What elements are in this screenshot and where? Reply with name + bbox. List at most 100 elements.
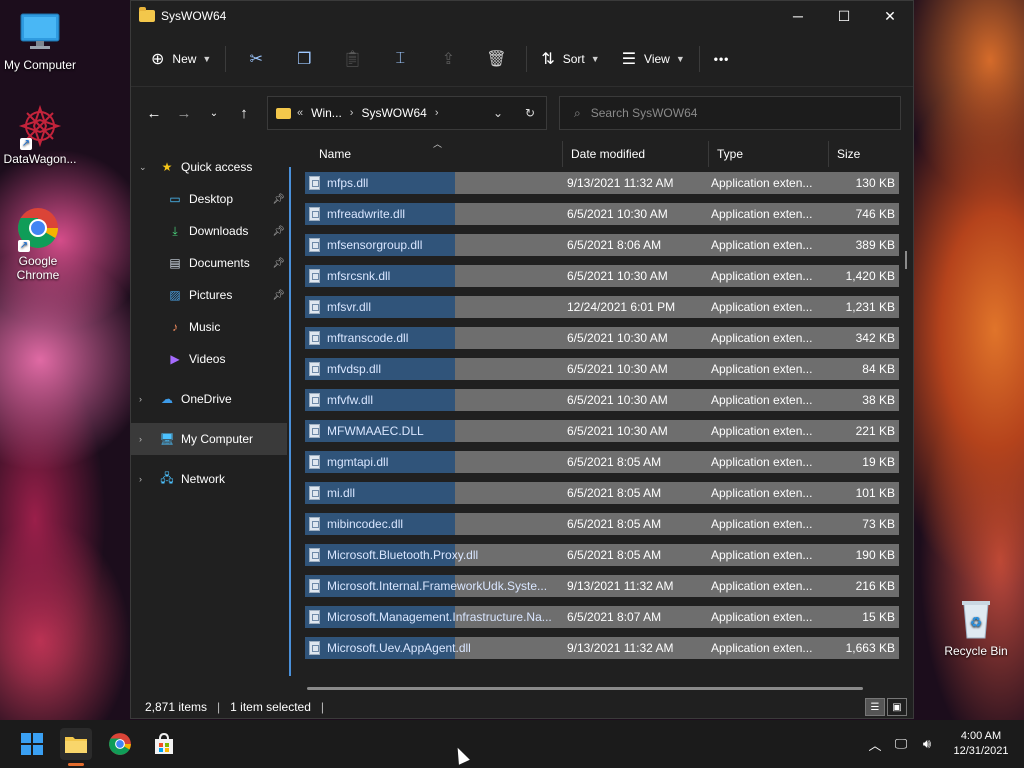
network-status-button[interactable]: 🖵︎	[888, 736, 914, 752]
file-size: 15 KB	[862, 610, 895, 624]
sidebar-item-label: Desktop	[189, 192, 234, 206]
chevron-right-icon[interactable]: ›	[435, 107, 439, 119]
navigation-pane: ⌄ ★ Quick access ▭ Desktop 📌︎ ⤓ Download…	[131, 141, 289, 696]
recent-locations-button[interactable]: ⌄	[199, 98, 229, 128]
chevron-right-icon[interactable]: ›	[139, 394, 142, 404]
sidebar-item-my-computer[interactable]: › 🖥︎ My Computer	[131, 423, 287, 455]
recycle-bin-icon: ♻	[954, 596, 998, 640]
table-row[interactable]: Microsoft.Bluetooth.Proxy.dll 6/5/2021 8:…	[289, 544, 899, 566]
file-list: ︿ Name Date modified Type Size mfps.dll 9…	[289, 141, 913, 696]
sidebar-item-desktop[interactable]: ▭ Desktop 📌︎	[131, 183, 289, 215]
taskbar-file-explorer[interactable]	[60, 728, 92, 766]
chevron-right-icon[interactable]: ›	[139, 434, 142, 444]
sidebar-item-label: Videos	[189, 352, 226, 366]
maximize-button[interactable]: ☐	[821, 1, 867, 31]
chevron-down-icon[interactable]: ⌄	[139, 162, 147, 173]
chevron-right-icon[interactable]: ›	[139, 474, 142, 484]
title-bar[interactable]: SysWOW64 ─ ☐ ✕	[131, 1, 913, 31]
address-history-button[interactable]: ⌄	[482, 106, 514, 120]
sidebar-item-downloads[interactable]: ⤓ Downloads 📌︎	[131, 215, 289, 247]
table-row[interactable]: mibincodec.dll 6/5/2021 8:05 AM Applicatio…	[289, 513, 899, 535]
minimize-button[interactable]: ─	[775, 1, 821, 31]
desktop-icon-my-computer[interactable]: My Computer	[0, 10, 80, 72]
desktop-icon-google-chrome[interactable]: ↗ Google Chrome	[0, 206, 78, 282]
sidebar-item-pictures[interactable]: ▨ Pictures 📌︎	[131, 279, 289, 311]
more-options-button[interactable]: •••	[706, 43, 738, 75]
back-button[interactable]: ←	[139, 98, 169, 128]
view-button[interactable]: ☰ View ▼	[614, 43, 693, 75]
store-icon	[155, 732, 173, 754]
breadcrumb-syswow64[interactable]: SysWOW64	[361, 106, 426, 120]
chevron-right-icon[interactable]: ›	[350, 107, 354, 119]
clock[interactable]: 4:00 AM 12/31/2021	[946, 729, 1016, 759]
forward-button[interactable]: →	[169, 98, 199, 128]
table-row[interactable]: mi.dll 6/5/2021 8:05 AM Application exten.…	[289, 482, 899, 504]
new-button[interactable]: ⊕ New ▼	[143, 43, 219, 75]
sidebar-item-quick-access[interactable]: ⌄ ★ Quick access	[131, 151, 289, 183]
table-row[interactable]: Microsoft.Management.Infrastructure.Na..…	[289, 606, 899, 628]
paste-button[interactable]: 📋︎	[328, 43, 376, 75]
show-hidden-icons-button[interactable]: ︿	[862, 735, 888, 754]
dll-file-icon	[309, 300, 320, 314]
breadcrumb-windows[interactable]: Win...	[311, 106, 342, 120]
large-icons-view-button[interactable]: ▣	[887, 698, 907, 716]
rename-button[interactable]: ⌶	[376, 43, 424, 75]
horizontal-scrollbar[interactable]	[307, 687, 863, 690]
search-input[interactable]: ⌕ Search SysWOW64	[559, 96, 901, 130]
table-row[interactable]: mgmtapi.dll 6/5/2021 8:05 AM Application e…	[289, 451, 899, 473]
table-row[interactable]: Microsoft.Uev.AppAgent.dll 9/13/2021 11:3…	[289, 637, 899, 659]
volume-button[interactable]: 🔊︎	[914, 736, 940, 752]
table-row[interactable]: mftranscode.dll 6/5/2021 10:30 AM Applicat…	[289, 327, 899, 349]
sidebar-item-network[interactable]: › 🖧︎ Network	[131, 463, 289, 495]
vertical-scrollbar[interactable]	[905, 251, 907, 269]
share-button[interactable]: ⇪	[424, 43, 472, 75]
desktop-icon-datawagon[interactable]: ↗ DataWagon...	[0, 104, 80, 166]
table-row[interactable]: MFWMAAEC.DLL 6/5/2021 10:30 AM Application…	[289, 420, 899, 442]
taskbar-microsoft-store[interactable]	[148, 728, 180, 760]
column-header-row: ︿ Name Date modified Type Size	[289, 141, 913, 167]
table-row[interactable]: mfps.dll 9/13/2021 11:32 AM Application ex…	[289, 172, 899, 194]
pin-icon[interactable]: 📌︎	[272, 290, 285, 301]
pin-icon[interactable]: 📌︎	[272, 226, 285, 237]
dll-file-icon	[309, 641, 320, 655]
desktop-icon-label: Recycle Bin	[944, 644, 1008, 658]
sidebar-item-videos[interactable]: ▶ Videos	[131, 343, 289, 375]
table-row[interactable]: mfvfw.dll 6/5/2021 10:30 AM Application ex…	[289, 389, 899, 411]
refresh-button[interactable]: ↻	[514, 106, 546, 120]
new-label: New	[172, 51, 197, 66]
sort-arrows-icon: ⇅	[541, 50, 555, 68]
sort-button[interactable]: ⇅ Sort ▼	[533, 43, 607, 75]
file-name: Microsoft.Internal.FrameworkUdk.Syste...	[327, 579, 548, 593]
column-header-size[interactable]: Size	[829, 141, 899, 167]
details-view-button[interactable]: ☰	[865, 698, 885, 716]
address-bar[interactable]: « Win... › SysWOW64 › ⌄ ↻	[267, 96, 547, 130]
pin-icon[interactable]: 📌︎	[272, 194, 285, 205]
table-row[interactable]: mfreadwrite.dll 6/5/2021 10:30 AM Applicat…	[289, 203, 899, 225]
start-button[interactable]	[16, 728, 48, 760]
cut-button[interactable]: ✂	[232, 43, 280, 75]
delete-button[interactable]: 🗑︎	[472, 43, 520, 75]
pin-icon[interactable]: 📌︎	[272, 258, 285, 269]
table-row[interactable]: mfsensorgroup.dll 6/5/2021 8:06 AM Applica…	[289, 234, 899, 256]
sidebar-item-music[interactable]: ♪ Music	[131, 311, 289, 343]
desktop-icon-recycle-bin[interactable]: ♻ Recycle Bin	[936, 596, 1016, 658]
up-button[interactable]: ↑	[229, 98, 259, 128]
table-row[interactable]: mfvdsp.dll 6/5/2021 10:30 AM Application e…	[289, 358, 899, 380]
file-name: mibincodec.dll	[327, 517, 404, 531]
file-type: Application exten...	[711, 331, 813, 345]
column-header-type[interactable]: Type	[709, 141, 829, 167]
table-row[interactable]: mfsrcsnk.dll 6/5/2021 10:30 AM Application…	[289, 265, 899, 287]
address-overflow[interactable]: «	[297, 107, 303, 119]
close-button[interactable]: ✕	[867, 1, 913, 31]
column-header-date-modified[interactable]: Date modified	[563, 141, 709, 167]
network-icon: 🖧︎	[160, 470, 174, 485]
table-row[interactable]: mfsvr.dll 12/24/2021 6:01 PM Application e…	[289, 296, 899, 318]
copy-button[interactable]: ❐	[280, 43, 328, 75]
sidebar-item-onedrive[interactable]: › ☁ OneDrive	[131, 383, 289, 415]
taskbar-chrome[interactable]	[104, 728, 136, 760]
shortcut-arrow-icon: ↗	[18, 240, 30, 252]
share-icon: ⇪	[441, 50, 456, 68]
table-row[interactable]: Microsoft.Internal.FrameworkUdk.Syste...…	[289, 575, 899, 597]
sidebar-item-documents[interactable]: ▤ Documents 📌︎	[131, 247, 289, 279]
column-header-name[interactable]: Name	[289, 141, 563, 167]
